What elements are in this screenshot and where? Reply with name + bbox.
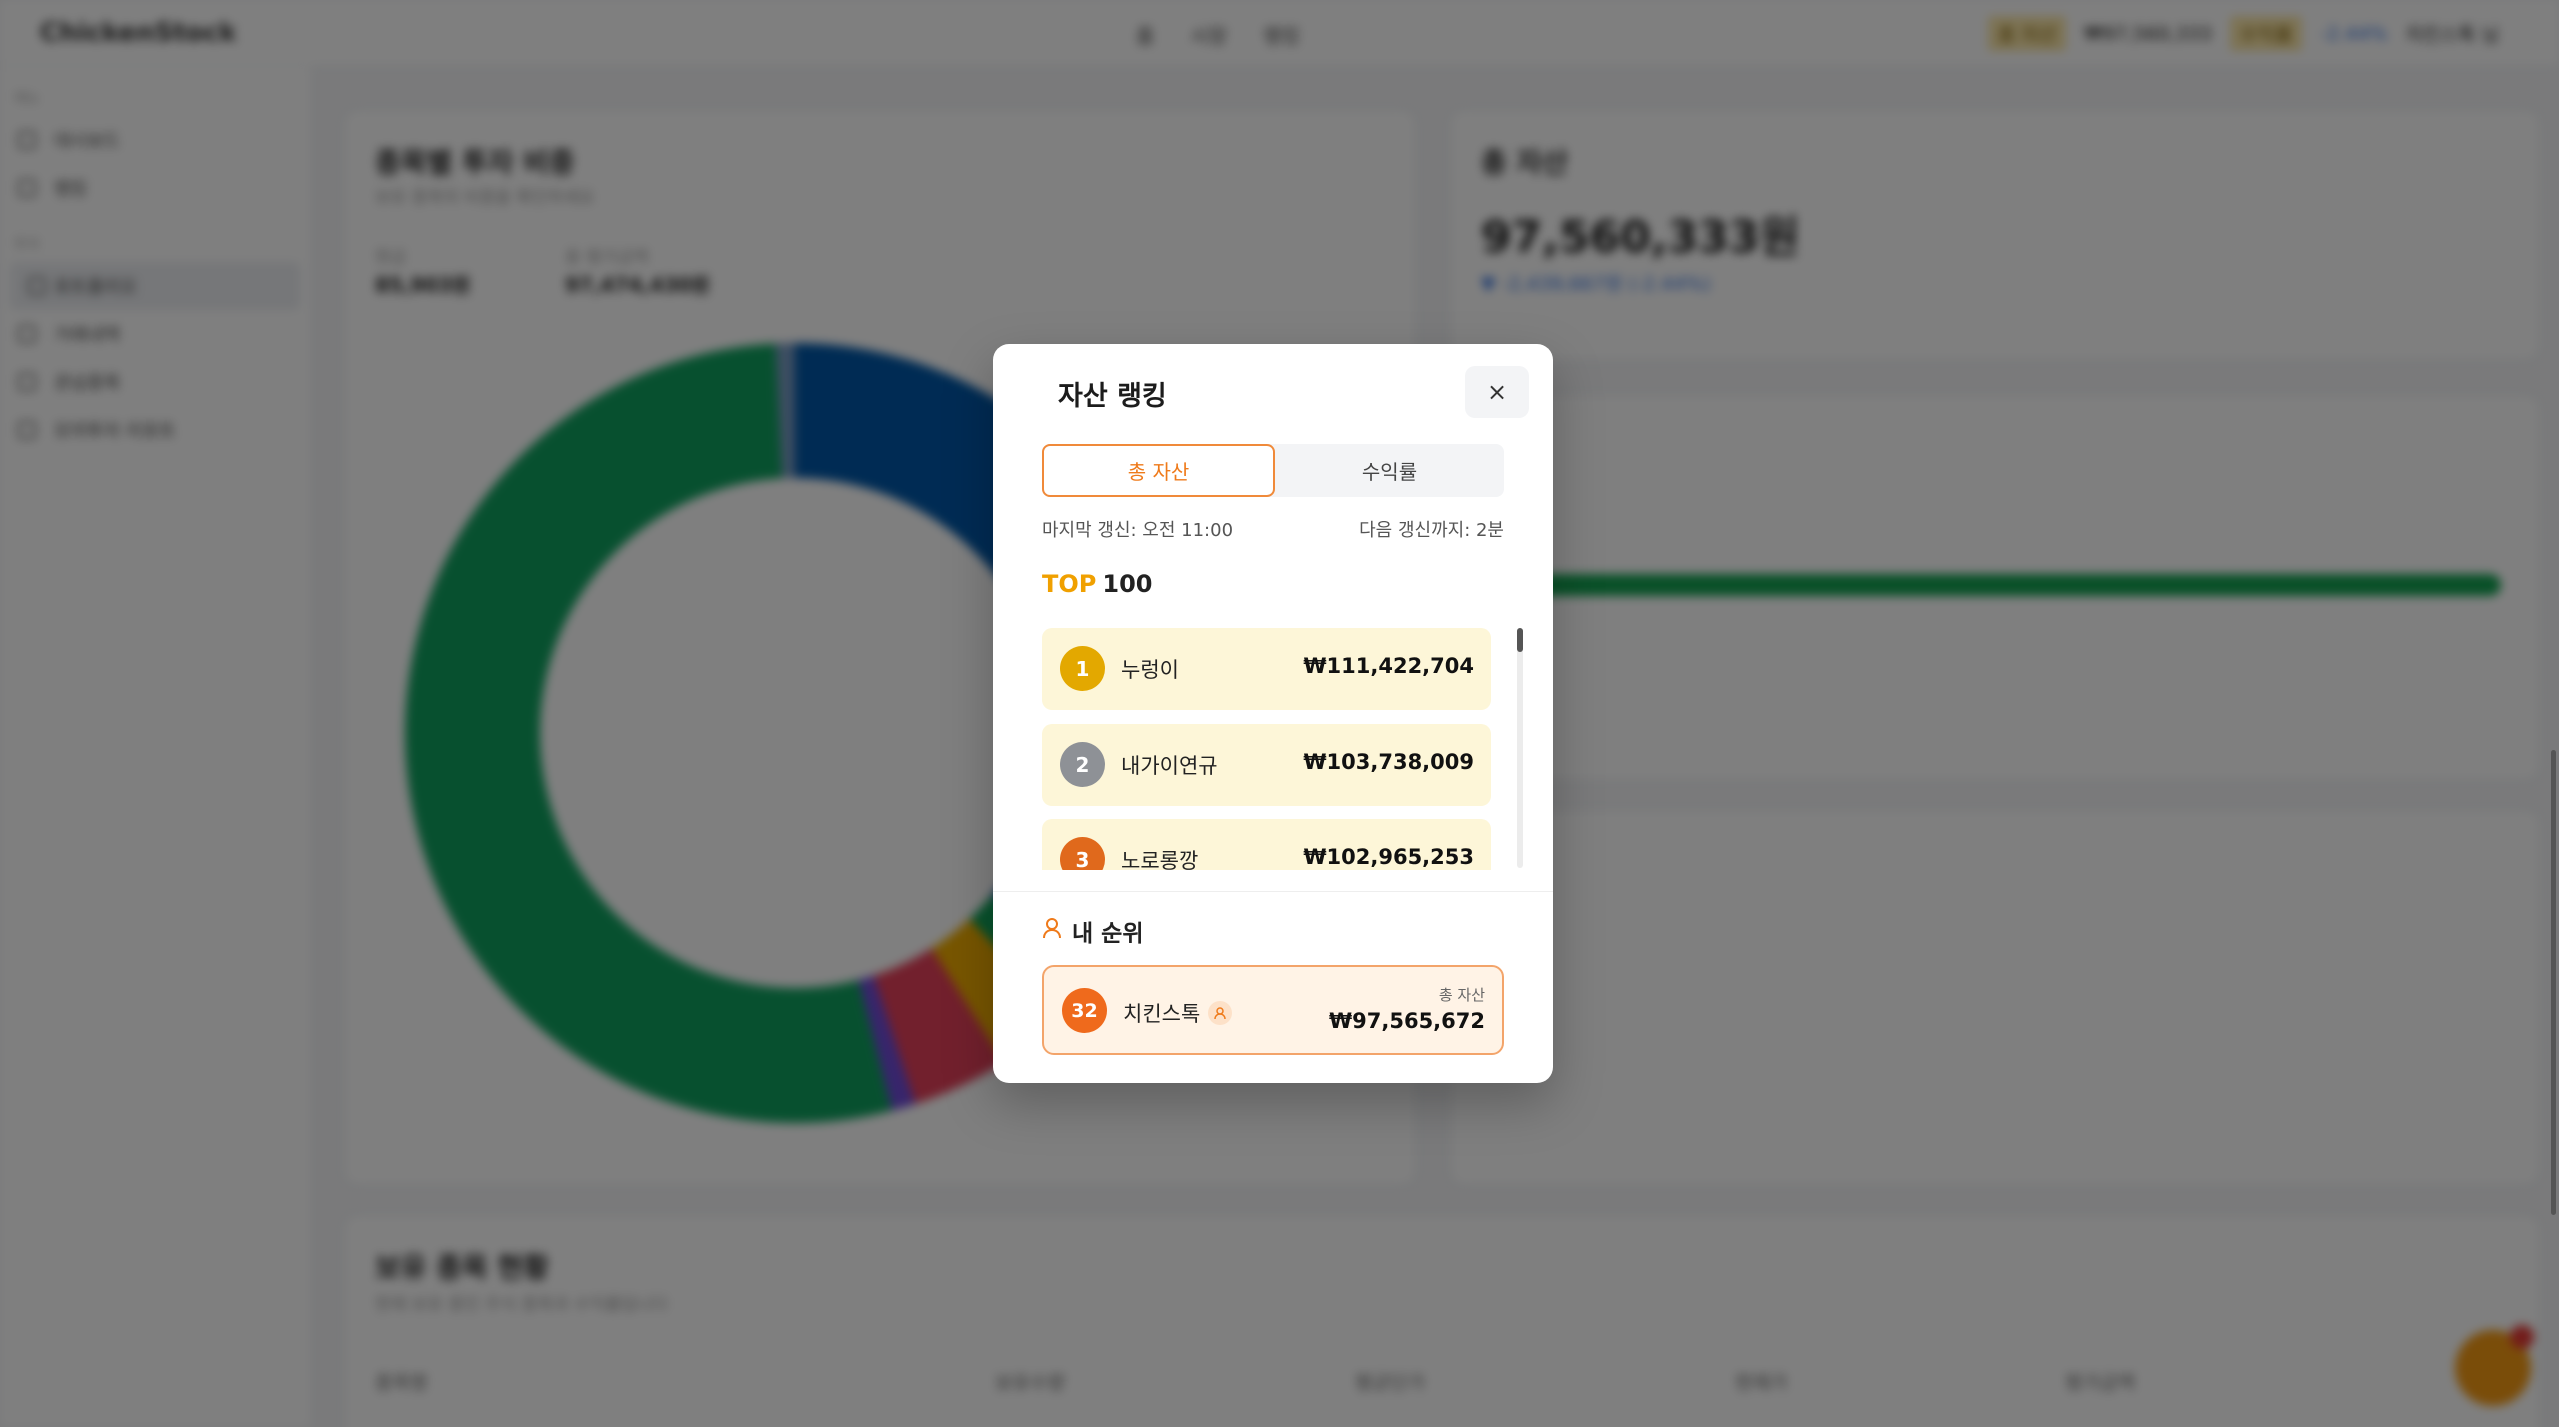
rank-value: ₩102,965,253: [1303, 845, 1474, 869]
my-rank-card[interactable]: 32 치킨스톡 총 자산 ₩97,565,672: [1042, 965, 1504, 1055]
top-prefix: TOP: [1042, 570, 1097, 598]
ranking-tabs: 총 자산 수익률: [1042, 444, 1504, 497]
tab-return-rate[interactable]: 수익률: [1275, 444, 1504, 497]
rank-badge: 1: [1060, 646, 1105, 691]
divider: [993, 891, 1553, 892]
update-info: 마지막 갱신: 오전 11:00 다음 갱신까지: 2분: [1042, 516, 1504, 542]
ranking-item[interactable]: 3 노로롱깡 ₩102,965,253: [1042, 819, 1491, 870]
rank-value: ₩103,738,009: [1303, 750, 1474, 774]
last-update: 마지막 갱신: 오전 11:00: [1042, 520, 1234, 541]
ranking-scroll-track[interactable]: [1517, 628, 1523, 868]
ranking-scroll-thumb[interactable]: [1517, 628, 1523, 652]
ranking-item[interactable]: 1 누렁이 ₩111,422,704: [1042, 628, 1491, 710]
me-user-icon: [1208, 1001, 1233, 1025]
my-value: ₩97,565,672: [1328, 1009, 1485, 1033]
rank-badge: 3: [1060, 837, 1105, 870]
ranking-list[interactable]: 1 누렁이 ₩111,422,704 2 내가이연규 ₩103,738,009 …: [1042, 628, 1504, 870]
modal-title: 자산 랭킹: [1058, 381, 1167, 412]
rank-name: 내가이연규: [1121, 754, 1218, 778]
top-label: TOP 100: [1042, 570, 1152, 598]
rank-name: 노로롱깡: [1121, 849, 1199, 870]
my-rank-heading: 내 순위: [1042, 914, 1144, 948]
tab-total-asset[interactable]: 총 자산: [1042, 444, 1275, 497]
page-scrollbar[interactable]: [2551, 750, 2556, 1215]
my-name-row: 치킨스톡: [1123, 998, 1233, 1028]
rank-badge: 2: [1060, 742, 1105, 787]
asset-ranking-modal: 자산 랭킹 × 총 자산 수익률 마지막 갱신: 오전 11:00 다음 갱신까…: [993, 344, 1553, 1083]
close-button[interactable]: ×: [1465, 366, 1529, 418]
my-rank-title: 내 순위: [1072, 921, 1144, 947]
my-value-caption: 총 자산: [1438, 986, 1485, 1004]
user-icon: [1042, 917, 1062, 945]
next-update: 다음 갱신까지: 2분: [1359, 520, 1504, 541]
rank-value: ₩111,422,704: [1303, 654, 1474, 678]
close-icon: ×: [1486, 378, 1508, 406]
rank-name: 누렁이: [1121, 658, 1179, 682]
top-count: 100: [1102, 570, 1153, 598]
ranking-item[interactable]: 2 내가이연규 ₩103,738,009: [1042, 724, 1491, 806]
my-rank-badge: 32: [1062, 988, 1107, 1033]
my-name: 치킨스톡: [1123, 1002, 1201, 1026]
